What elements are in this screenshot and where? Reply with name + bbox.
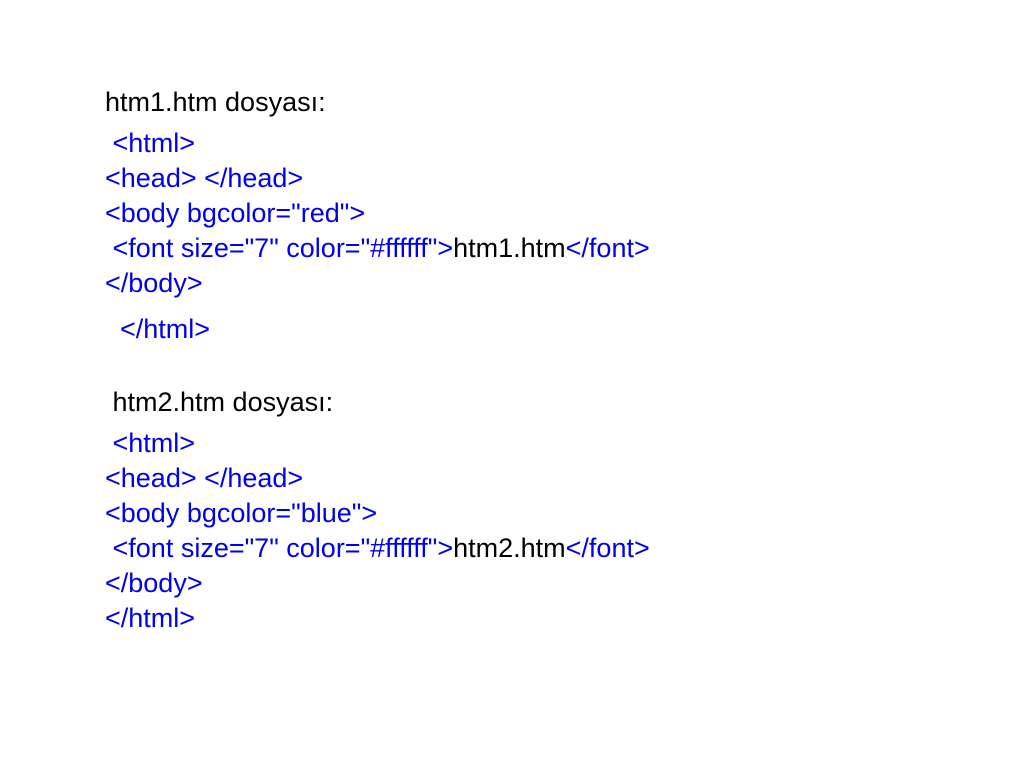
code-line: <body bgcolor="red">	[105, 196, 1024, 231]
section1-heading: htm1.htm dosyası:	[105, 85, 1024, 120]
code-line: <head> </head>	[105, 161, 1024, 196]
code-tag: <head> </head>	[105, 163, 303, 193]
code-line: </body>	[105, 566, 1024, 601]
section2-code-block: <html> <head> </head> <body bgcolor="blue"…	[105, 426, 1024, 637]
section-gap	[105, 357, 1024, 385]
code-tag: <font size="7" color="#ffffff">	[113, 233, 454, 263]
section1-close: </html>	[105, 312, 1024, 347]
section2-heading: htm2.htm dosyası:	[105, 385, 1024, 420]
section1-code-block: <html> <head> </head> <body bgcolor="red">…	[105, 126, 1024, 301]
code-line: <head> </head>	[105, 461, 1024, 496]
code-line: <font size="7" color="#ffffff">htm1.htm<…	[105, 231, 1024, 266]
code-line: <body bgcolor="blue">	[105, 496, 1024, 531]
code-tag: <body bgcolor="blue">	[105, 498, 377, 528]
code-tag: <html>	[113, 128, 196, 158]
code-text: htm2.htm	[453, 533, 566, 563]
code-text: htm1.htm	[453, 233, 566, 263]
code-line: <font size="7" color="#ffffff">htm2.htm<…	[105, 531, 1024, 566]
code-tag: </body>	[105, 268, 203, 298]
code-tag: </html>	[105, 603, 195, 633]
code-tag: <head> </head>	[105, 463, 303, 493]
code-line: </body>	[105, 266, 1024, 301]
code-line: <html>	[105, 426, 1024, 461]
code-tag: <font size="7" color="#ffffff">	[113, 533, 454, 563]
code-line: <html>	[105, 126, 1024, 161]
code-line: </html>	[105, 601, 1024, 636]
code-tag: </font>	[566, 533, 650, 563]
code-tag: <html>	[113, 428, 196, 458]
code-tag: </body>	[105, 568, 203, 598]
code-tag: </font>	[566, 233, 650, 263]
code-tag: <body bgcolor="red">	[105, 198, 365, 228]
slide-content: htm1.htm dosyası: <html> <head> </head> <b…	[0, 0, 1024, 636]
